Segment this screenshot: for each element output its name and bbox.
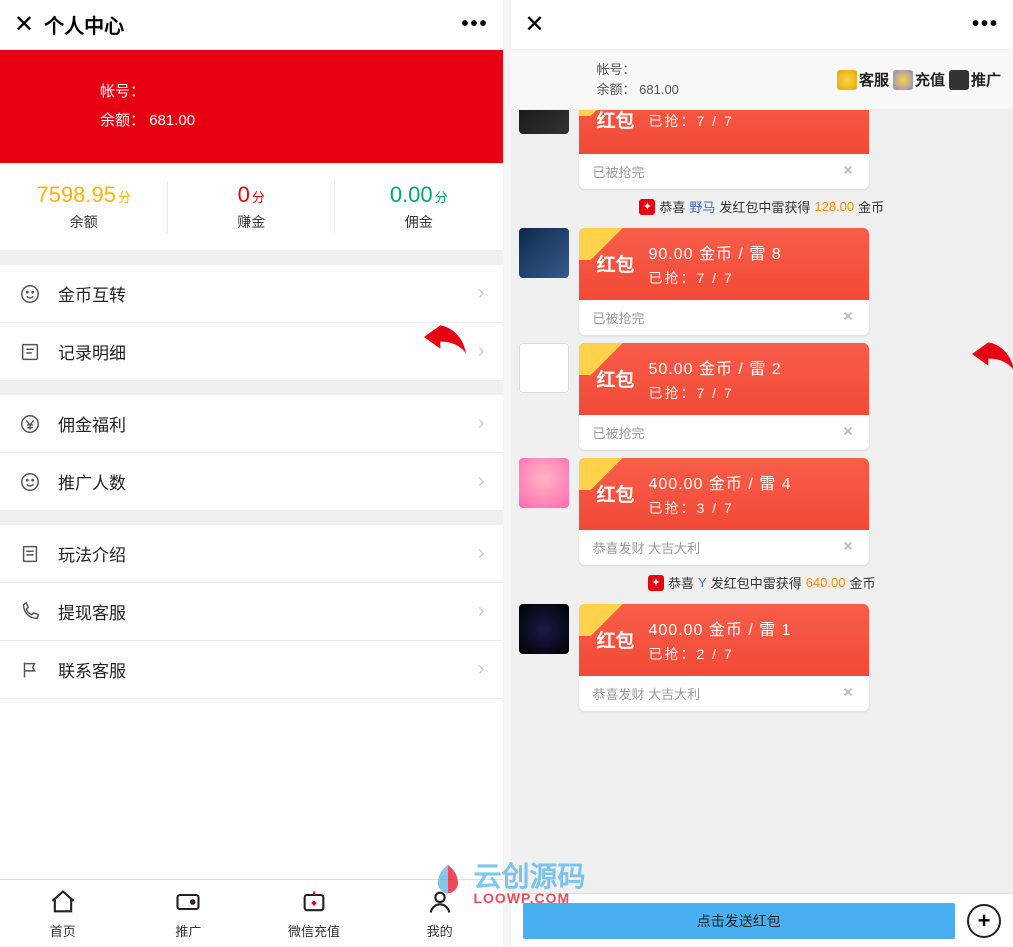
send-envelope-button[interactable]: 点击发送红包 <box>523 903 956 939</box>
envelope-message[interactable]: 红包已抢：7 / 7 已被抢完 <box>519 110 1006 189</box>
envelope-message[interactable]: 红包400.00 金币 / 雷 4已抢：3 / 7恭喜发财 大吉大利 <box>519 458 1006 565</box>
stat-balance[interactable]: 7598.95分余额 <box>0 164 168 250</box>
menu-label: 推广人数 <box>58 469 478 494</box>
menu-label: 联系客服 <box>58 657 478 682</box>
envelope-message[interactable]: 红包90.00 金币 / 雷 8已抢：7 / 7已被抢完 <box>519 228 1006 335</box>
reply-arrow-icon <box>417 309 473 370</box>
recharge-button[interactable]: 充值 <box>893 69 945 90</box>
note-icon <box>18 542 42 566</box>
page-title: 个人中心 <box>44 10 461 39</box>
medal-icon <box>837 70 857 90</box>
envelope-badge: 红包 <box>593 110 639 142</box>
menu-commission-benefit[interactable]: 佣金福利› <box>0 395 503 453</box>
win-notice: ✦ 恭喜 Y 发红包中雷获得 640.00 金币 <box>519 573 1006 592</box>
wallet-icon <box>300 888 328 919</box>
tab-home[interactable]: 首页 <box>0 880 126 947</box>
balance-value: 681.00 <box>149 112 195 129</box>
balance-label: 余额： <box>100 112 145 129</box>
chat-area[interactable]: 红包已抢：7 / 7 已被抢完 ✦ 恭喜 野马 发红包中雷获得 128.00 金… <box>511 110 1013 947</box>
left-screen: ✕ 个人中心 ••• 帐号： 余额： 681.00 7598.95分余额 0分赚… <box>0 0 511 947</box>
avatar[interactable] <box>519 604 569 654</box>
avatar[interactable] <box>519 343 569 393</box>
coin-icon <box>893 70 913 90</box>
cross-icon <box>841 163 855 180</box>
close-icon[interactable]: ✕ <box>14 10 34 39</box>
menu-label: 记录明细 <box>58 339 478 364</box>
stat-earn[interactable]: 0分赚金 <box>168 164 336 250</box>
more-icon[interactable]: ••• <box>461 13 488 36</box>
gift-icon: ✦ <box>648 575 664 591</box>
right-header: ✕ ••• <box>511 0 1013 50</box>
close-icon[interactable]: ✕ <box>525 10 545 39</box>
flag-icon <box>18 658 42 682</box>
chevron-right-icon: › <box>478 412 485 435</box>
box-icon <box>949 70 969 90</box>
menu-contact-service[interactable]: 联系客服› <box>0 641 503 699</box>
service-button[interactable]: 客服 <box>837 69 889 90</box>
tab-promote[interactable]: 推广 <box>126 880 252 947</box>
chevron-right-icon: › <box>478 470 485 493</box>
promote-button[interactable]: 推广 <box>949 69 1001 90</box>
account-label: 帐号： <box>100 83 145 100</box>
stat-commission[interactable]: 0.00分佣金 <box>335 164 503 250</box>
chevron-right-icon: › <box>478 542 485 565</box>
tab-recharge[interactable]: 微信充值 <box>251 880 377 947</box>
menu-label: 玩法介绍 <box>58 541 478 566</box>
menu-promote-count[interactable]: 推广人数› <box>0 453 503 511</box>
chat-input-bar: 点击发送红包 + <box>511 893 1013 947</box>
bottom-tabs: 首页 推广 微信充值 我的 <box>0 879 503 947</box>
left-header: ✕ 个人中心 ••• <box>0 0 503 50</box>
smile-icon <box>18 470 42 494</box>
home-icon <box>49 888 77 919</box>
user-icon <box>426 888 454 919</box>
tab-mine[interactable]: 我的 <box>377 880 503 947</box>
menu-gameplay[interactable]: 玩法介绍› <box>0 525 503 583</box>
avatar[interactable] <box>519 110 569 134</box>
cross-icon <box>841 309 855 326</box>
menu-withdraw-service[interactable]: 提现客服› <box>0 583 503 641</box>
stats-row: 7598.95分余额 0分赚金 0.00分佣金 <box>0 163 503 251</box>
avatar[interactable] <box>519 458 569 508</box>
envelope-message[interactable]: 红包400.00 金币 / 雷 1已抢：2 / 7恭喜发财 大吉大利 <box>519 604 1006 711</box>
cross-icon <box>841 539 855 556</box>
gift-icon: ✦ <box>639 199 655 215</box>
phone-icon <box>18 600 42 624</box>
reply-arrow-icon <box>965 326 1013 387</box>
menu-records[interactable]: 记录明细› <box>0 323 503 381</box>
right-screen: ✕ ••• 帐号： 余额： 681.00 客服 充值 推广 红包已抢：7 / 7… <box>511 0 1013 947</box>
smile-icon <box>18 282 42 306</box>
cross-icon <box>841 685 855 702</box>
yen-icon <box>18 412 42 436</box>
menu-label: 佣金福利 <box>58 411 478 436</box>
menu-label: 金币互转 <box>58 281 478 306</box>
document-icon <box>18 340 42 364</box>
chevron-right-icon: › <box>478 282 485 305</box>
menu-label: 提现客服 <box>58 599 478 624</box>
card-icon <box>174 888 202 919</box>
chevron-right-icon: › <box>478 658 485 681</box>
envelope-message[interactable]: 红包50.00 金币 / 雷 2已抢：7 / 7已被抢完 <box>519 343 1006 450</box>
plus-button[interactable]: + <box>967 904 1001 938</box>
account-banner: 帐号： 余额： 681.00 <box>0 50 503 163</box>
right-info-bar: 帐号： 余额： 681.00 客服 充值 推广 <box>511 50 1013 110</box>
avatar[interactable] <box>519 228 569 278</box>
cross-icon <box>841 424 855 441</box>
more-icon[interactable]: ••• <box>972 13 999 36</box>
chevron-right-icon: › <box>478 600 485 623</box>
chevron-right-icon: › <box>478 340 485 363</box>
win-notice: ✦ 恭喜 野马 发红包中雷获得 128.00 金币 <box>519 197 1006 216</box>
